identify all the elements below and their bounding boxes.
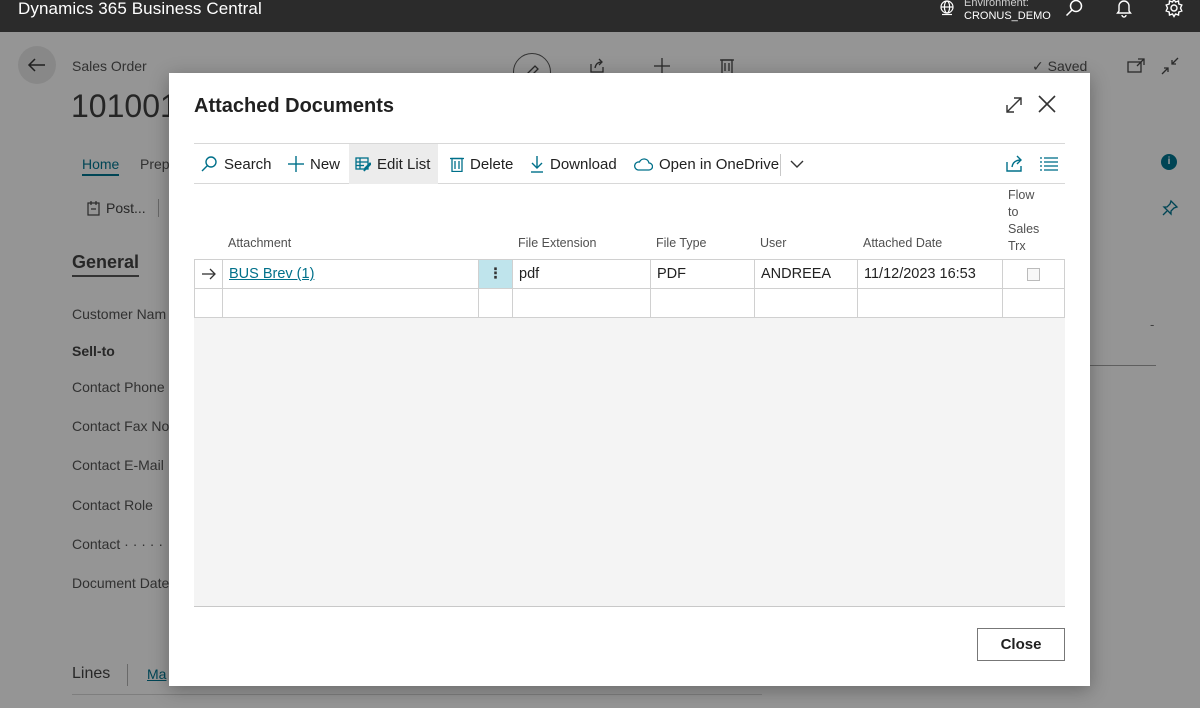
attachment-cell[interactable]: BUS Brev (1) [223,260,479,288]
list-icon [1040,157,1058,171]
list-view-button[interactable] [1034,144,1064,184]
action-bar: Search New Edit List Delete Download Ope… [194,144,1065,184]
flow-to-sales-cell [1003,260,1064,288]
edit-list-label: Edit List [377,155,431,173]
row-indicator-empty [195,289,223,317]
cloud-icon [634,158,653,171]
new-label: New [310,155,341,173]
search-label: Search [224,155,272,173]
flow-header-line: Trx [1008,239,1026,253]
flow-to-sales-checkbox[interactable] [1027,267,1040,281]
row-actions-empty[interactable] [479,289,513,317]
close-icon[interactable] [1036,93,1062,119]
table-row[interactable]: BUS Brev (1) ⋮ pdf PDF ANDREEA 11/12/202… [194,259,1065,289]
app-title: Dynamics 365 Business Central [18,0,262,18]
attachment-link[interactable]: BUS Brev (1) [229,266,314,282]
grid-bottom-border [194,606,1065,607]
bell-icon[interactable] [1112,0,1136,20]
search-button[interactable]: Search [194,144,278,184]
flow-header-line: to [1008,205,1019,219]
plus-icon [288,156,304,172]
file-extension-cell-empty[interactable] [513,289,651,317]
search-icon [201,156,217,172]
column-header-attachment[interactable]: Attachment [228,236,291,250]
open-in-onedrive-label: Open in OneDrive [659,155,780,173]
column-header-user[interactable]: User [760,236,786,250]
table-row-empty[interactable] [194,288,1065,318]
toolbar-divider [780,154,781,176]
environment-indicator[interactable]: Environment: CRONUS_DEMO [938,0,1051,26]
environment-name: CRONUS_DEMO [964,10,1051,22]
edit-list-button[interactable]: Edit List [349,144,438,184]
edit-list-icon [355,157,371,172]
new-button[interactable]: New [282,144,346,184]
globe-icon [938,0,956,22]
attachment-cell-empty[interactable] [223,289,479,317]
open-in-onedrive-button[interactable]: Open in OneDrive [627,144,785,184]
user-cell[interactable]: ANDREEA [755,260,858,288]
flow-header-line: Sales [1008,222,1040,236]
expand-icon[interactable] [1003,94,1027,118]
chevron-down-icon [790,160,804,168]
attached-date-cell-empty[interactable] [858,289,1003,317]
column-header-attached-date[interactable]: Attached Date [863,236,942,250]
share-button[interactable] [999,144,1031,184]
delete-button[interactable]: Delete [444,144,519,184]
gear-icon[interactable] [1162,0,1186,20]
trash-icon [450,157,464,172]
top-bar: Dynamics 365 Business Central Environmen… [0,0,1200,32]
attachments-grid: Attachment File Extension File Type User… [194,184,1065,607]
column-header-file-extension[interactable]: File Extension [518,236,597,250]
download-icon [531,156,543,173]
column-header-flow-to-sales-trx[interactable]: Flow to Sales Trx [1008,187,1039,255]
download-button[interactable]: Download [524,144,623,184]
grid-header: Attachment File Extension File Type User… [194,184,1065,259]
row-actions-button[interactable]: ⋮ [479,260,513,288]
dialog-title: Attached Documents [194,95,395,117]
share-icon [1006,155,1022,172]
file-type-cell-empty[interactable] [651,289,755,317]
column-header-file-type[interactable]: File Type [656,236,707,250]
row-indicator-icon [195,260,223,288]
attached-date-cell[interactable]: 11/12/2023 16:53 [858,260,1003,288]
flow-header-line: Flow [1008,188,1035,202]
flow-to-sales-cell-empty [1003,289,1064,317]
search-icon[interactable] [1062,0,1086,20]
file-type-cell[interactable]: PDF [651,260,755,288]
environment-label: Environment: [964,0,1029,9]
close-button[interactable]: Close [977,628,1065,661]
file-extension-cell[interactable]: pdf [513,260,651,288]
more-actions-button[interactable] [784,144,810,184]
delete-label: Delete [470,155,514,173]
download-label: Download [550,155,617,173]
attached-documents-dialog: Attached Documents Search New Edit List … [169,73,1090,686]
user-cell-empty[interactable] [755,289,858,317]
